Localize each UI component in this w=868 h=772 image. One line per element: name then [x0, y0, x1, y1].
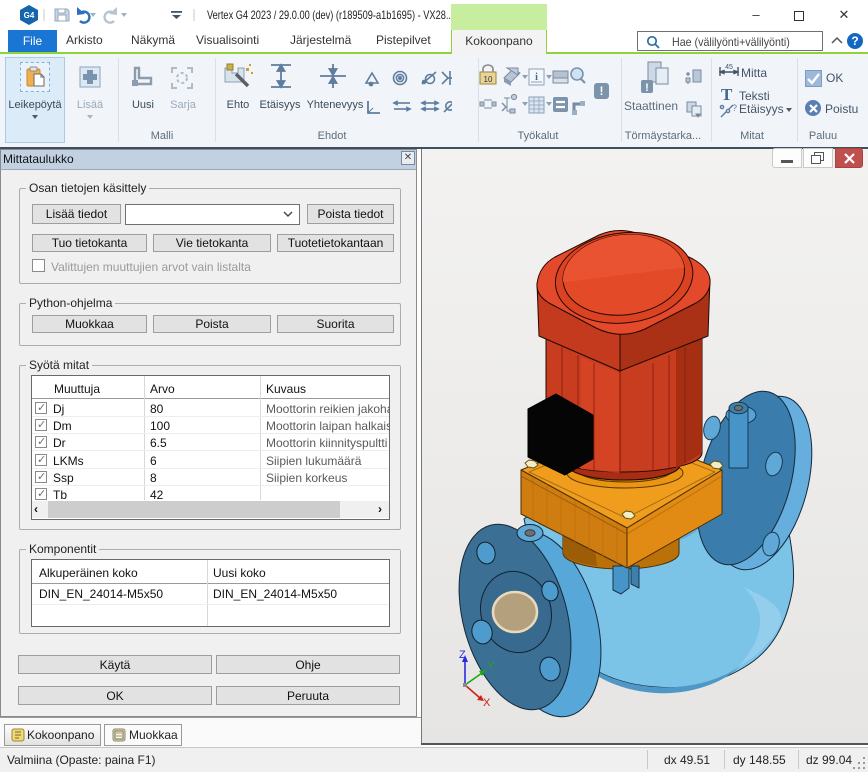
svg-text:G4: G4 — [24, 11, 35, 20]
svg-text:45: 45 — [725, 64, 733, 71]
svg-text:!: ! — [645, 82, 649, 94]
svg-text:10: 10 — [484, 75, 493, 84]
svg-text:?: ? — [732, 103, 737, 113]
svg-text:Y: Y — [487, 660, 495, 672]
svg-text:X: X — [483, 697, 491, 709]
svg-text:i: i — [535, 72, 538, 83]
svg-text:Z: Z — [459, 649, 466, 661]
